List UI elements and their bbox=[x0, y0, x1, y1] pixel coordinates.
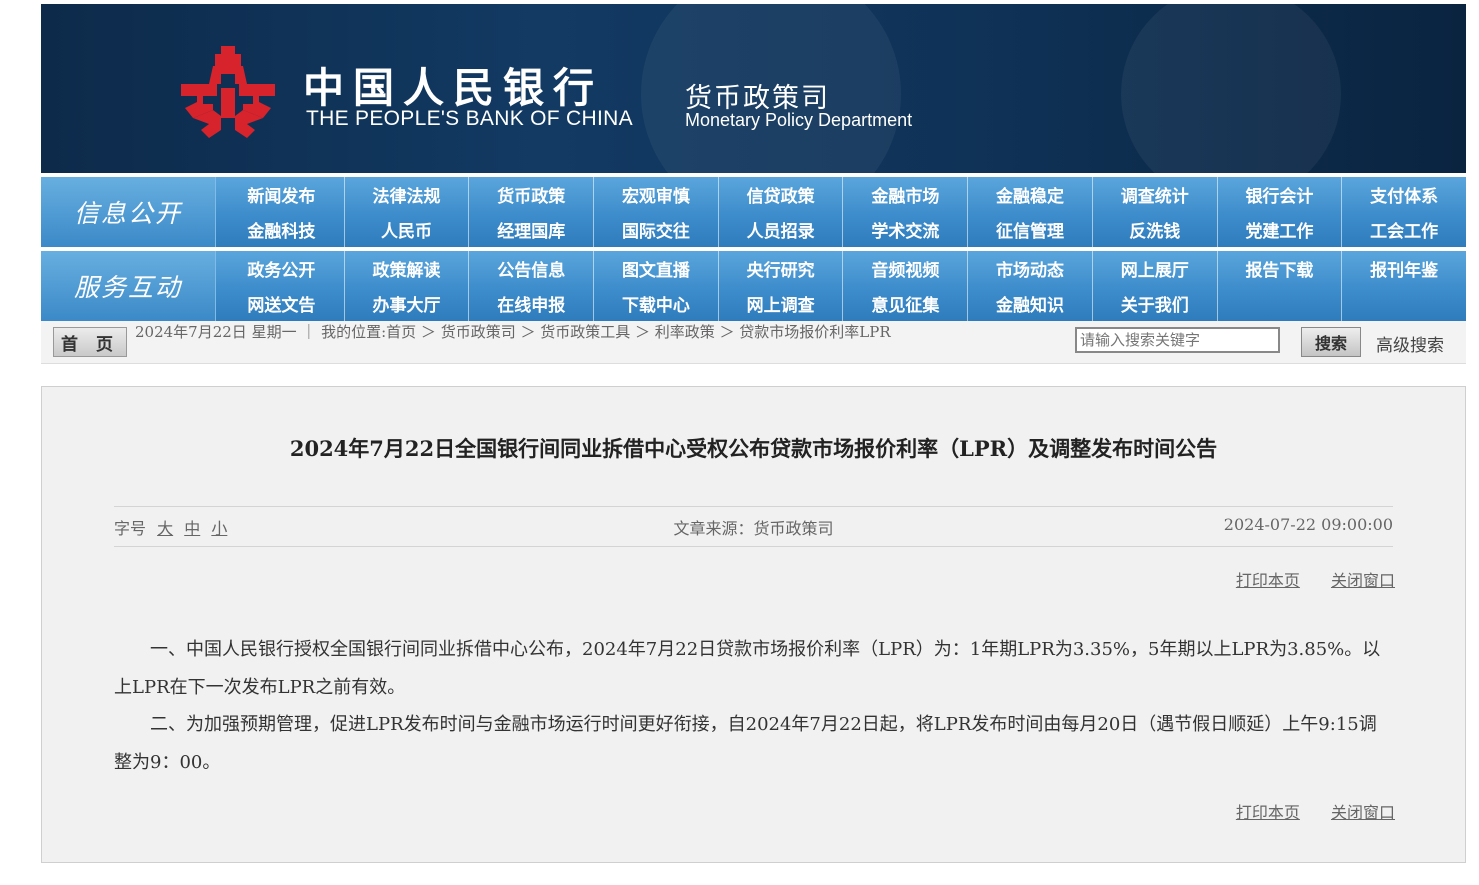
nav-item[interactable]: 金融市场 bbox=[842, 177, 967, 212]
nav-item[interactable]: 人员招录 bbox=[717, 212, 843, 247]
divider bbox=[114, 506, 1393, 507]
article-source: 文章来源：货币政策司 bbox=[673, 519, 834, 538]
breadcrumb-bar: 首 页 2024年7月22日 星期一 ｜ 我的位置:首页 ＞ 货币政策司 ＞ 货… bbox=[41, 321, 1466, 364]
nav-item-empty bbox=[1216, 286, 1342, 321]
nav-item[interactable]: 调查统计 bbox=[1091, 177, 1217, 212]
bank-name-cn: 中国人民银行 bbox=[303, 64, 603, 112]
print-link[interactable]: 打印本页 bbox=[1236, 803, 1300, 822]
article-panel: 2024年7月22日全国银行间同业拆借中心受权公布贷款市场报价利率（LPR）及调… bbox=[41, 386, 1466, 863]
nav-grid: 新闻发布 法律法规 货币政策 宏观审慎 信贷政策 金融市场 金融稳定 调查统计 … bbox=[219, 177, 1466, 247]
nav-item[interactable]: 关于我们 bbox=[1091, 286, 1217, 321]
nav-item[interactable]: 学术交流 bbox=[842, 212, 967, 247]
nav-item[interactable]: 图文直播 bbox=[593, 251, 718, 286]
nav-section-label: 信息公开 bbox=[41, 177, 216, 247]
nav-item[interactable]: 金融科技 bbox=[219, 212, 344, 247]
article-datetime: 2024-07-22 09:00:00 bbox=[1223, 515, 1393, 534]
nav-item[interactable]: 音频视频 bbox=[842, 251, 967, 286]
close-window-link[interactable]: 关闭窗口 bbox=[1331, 571, 1395, 590]
page-wrapper: 中国人民银行 THE PEOPLE'S BANK OF CHINA 货币政策司 … bbox=[41, 4, 1466, 364]
nav-item[interactable]: 经理国库 bbox=[468, 212, 593, 247]
article-actions-top: 打印本页 关闭窗口 bbox=[1210, 567, 1395, 591]
nav-item[interactable]: 报刊年鉴 bbox=[1341, 251, 1466, 286]
nav-item[interactable]: 工会工作 bbox=[1341, 212, 1466, 247]
article-actions-bottom: 打印本页 关闭窗口 bbox=[1210, 799, 1395, 823]
nav-item[interactable]: 党建工作 bbox=[1216, 212, 1342, 247]
nav-item[interactable]: 下载中心 bbox=[593, 286, 718, 321]
nav-item[interactable]: 法律法规 bbox=[343, 177, 469, 212]
banner-decoration bbox=[1121, 4, 1341, 173]
search-button[interactable]: 搜索 bbox=[1301, 327, 1361, 357]
nav-item[interactable]: 国际交往 bbox=[593, 212, 718, 247]
home-button[interactable]: 首 页 bbox=[53, 327, 127, 357]
nav-item[interactable]: 网上调查 bbox=[717, 286, 843, 321]
nav-item[interactable]: 政务公开 bbox=[219, 251, 344, 286]
site-banner: 中国人民银行 THE PEOPLE'S BANK OF CHINA 货币政策司 … bbox=[41, 4, 1466, 173]
breadcrumb: 2024年7月22日 星期一 ｜ 我的位置:首页 ＞ 货币政策司 ＞ 货币政策工… bbox=[135, 323, 891, 341]
nav-block-info: 信息公开 新闻发布 法律法规 货币政策 宏观审慎 信贷政策 金融市场 金融稳定 … bbox=[41, 177, 1466, 247]
nav-item[interactable]: 市场动态 bbox=[967, 251, 1092, 286]
nav-section-label: 服务互动 bbox=[41, 251, 216, 321]
department-name-en: Monetary Policy Department bbox=[685, 110, 913, 130]
nav-item[interactable]: 反洗钱 bbox=[1091, 212, 1217, 247]
nav-item[interactable]: 政策解读 bbox=[343, 251, 469, 286]
nav-item[interactable]: 金融稳定 bbox=[967, 177, 1092, 212]
nav-item[interactable]: 人民币 bbox=[343, 212, 469, 247]
nav-item[interactable]: 网送文告 bbox=[219, 286, 344, 321]
divider bbox=[114, 546, 1393, 547]
article-paragraph: 二、为加强预期管理，促进LPR发布时间与金融市场运行时间更好衔接，自2024年7… bbox=[114, 714, 1377, 773]
nav-item[interactable]: 意见征集 bbox=[842, 286, 967, 321]
pboc-logo-icon bbox=[181, 46, 275, 138]
nav-item[interactable]: 网上展厅 bbox=[1091, 251, 1217, 286]
nav-item[interactable]: 信贷政策 bbox=[717, 177, 843, 212]
article-body: 一、中国人民银行授权全国银行间同业拆借中心公布，2024年7月22日贷款市场报价… bbox=[114, 631, 1393, 781]
print-link[interactable]: 打印本页 bbox=[1236, 571, 1300, 590]
nav-item[interactable]: 金融知识 bbox=[967, 286, 1092, 321]
nav-item[interactable]: 报告下载 bbox=[1216, 251, 1342, 286]
nav-item[interactable]: 支付体系 bbox=[1341, 177, 1466, 212]
nav-item[interactable]: 征信管理 bbox=[967, 212, 1092, 247]
nav-grid: 政务公开 政策解读 公告信息 图文直播 央行研究 音频视频 市场动态 网上展厅 … bbox=[219, 251, 1466, 321]
article-paragraph: 一、中国人民银行授权全国银行间同业拆借中心公布，2024年7月22日贷款市场报价… bbox=[114, 639, 1381, 698]
nav-item[interactable]: 宏观审慎 bbox=[593, 177, 718, 212]
advanced-search-link[interactable]: 高级搜索 bbox=[1376, 331, 1444, 356]
nav-item[interactable]: 新闻发布 bbox=[219, 177, 344, 212]
nav-item-empty bbox=[1341, 286, 1466, 321]
nav-item[interactable]: 央行研究 bbox=[717, 251, 843, 286]
article-title: 2024年7月22日全国银行间同业拆借中心受权公布贷款市场报价利率（LPR）及调… bbox=[289, 436, 1218, 461]
close-window-link[interactable]: 关闭窗口 bbox=[1331, 803, 1395, 822]
nav-item[interactable]: 银行会计 bbox=[1216, 177, 1342, 212]
bank-name-en: THE PEOPLE'S BANK OF CHINA bbox=[306, 107, 633, 130]
nav-block-service: 服务互动 政务公开 政策解读 公告信息 图文直播 央行研究 音频视频 市场动态 … bbox=[41, 251, 1466, 321]
nav-item[interactable]: 办事大厅 bbox=[343, 286, 469, 321]
nav-item[interactable]: 货币政策 bbox=[468, 177, 593, 212]
search-input[interactable] bbox=[1075, 327, 1280, 353]
nav-item[interactable]: 在线申报 bbox=[468, 286, 593, 321]
nav-item[interactable]: 公告信息 bbox=[468, 251, 593, 286]
